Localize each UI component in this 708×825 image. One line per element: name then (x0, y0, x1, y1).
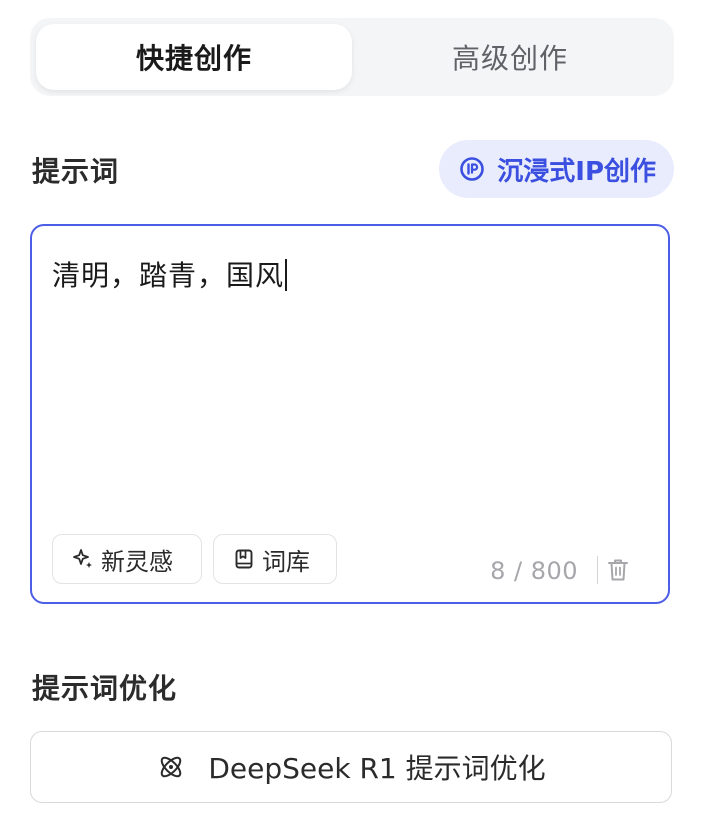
creation-mode-tabs: 快捷创作 高级创作 (30, 18, 674, 96)
immersive-ip-button[interactable]: 沉浸式IP创作 (439, 140, 674, 198)
optimize-section-title: 提示词优化 (32, 672, 178, 705)
prompt-section-title: 提示词 (32, 155, 120, 188)
counter-divider (596, 556, 598, 584)
tab-advanced-creation[interactable]: 高级创作 (352, 24, 668, 90)
new-inspiration-label: 新灵感 (101, 547, 173, 576)
text-caret (285, 259, 288, 291)
creation-panel: 快捷创作 高级创作 提示词 沉浸式IP创作 清明，踏青，国风 新灵感 词库 8 … (0, 0, 708, 825)
trash-icon[interactable] (606, 557, 630, 583)
ip-circle-icon (459, 156, 485, 182)
lexicon-button[interactable]: 词库 (213, 534, 337, 584)
book-icon (232, 547, 256, 571)
deepseek-optimize-label: DeepSeek R1 提示词优化 (208, 752, 546, 785)
prompt-input[interactable]: 清明，踏青，国风 新灵感 词库 8 / 800 (30, 224, 670, 604)
sparkle-icon (71, 547, 95, 571)
character-counter: 8 / 800 (490, 557, 578, 585)
new-inspiration-button[interactable]: 新灵感 (52, 534, 202, 584)
atom-icon (156, 752, 186, 782)
prompt-input-value: 清明，踏青，国风 (52, 259, 285, 292)
lexicon-label: 词库 (262, 547, 310, 576)
prompt-input-text: 清明，踏青，国风 (52, 254, 288, 294)
immersive-ip-label: 沉浸式IP创作 (497, 156, 656, 187)
tab-quick-creation[interactable]: 快捷创作 (36, 24, 352, 90)
deepseek-optimize-button[interactable]: DeepSeek R1 提示词优化 (30, 731, 672, 803)
